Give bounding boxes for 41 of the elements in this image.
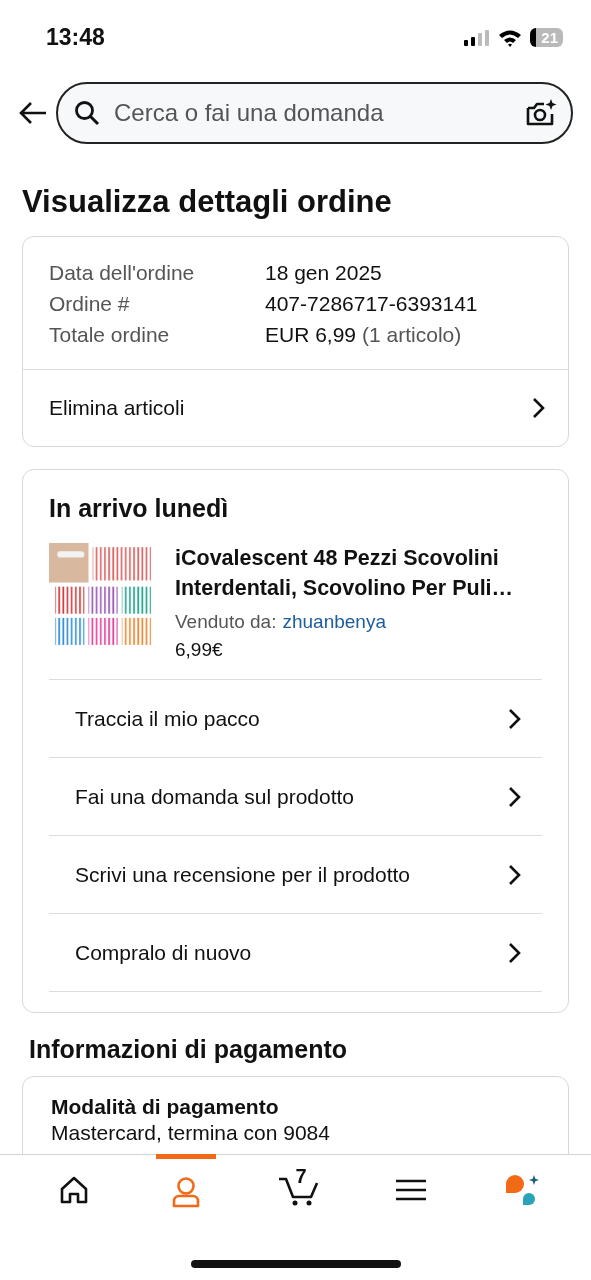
payment-method-text: Mastercard, termina con 9084 — [51, 1121, 331, 1145]
signal-icon — [464, 29, 491, 46]
delivery-heading: In arrivo lunedì — [49, 494, 230, 523]
chevron-right-icon — [508, 707, 522, 730]
camera-icon[interactable] — [525, 98, 557, 128]
person-icon — [171, 1176, 202, 1208]
product-price: 6,99€ — [175, 639, 224, 661]
search-field[interactable]: Cerca o fai una domanda — [112, 98, 513, 128]
chat-bubbles-icon — [505, 1174, 541, 1206]
seller-label: Venduto da: — [175, 611, 277, 633]
menu-icon — [395, 1179, 426, 1201]
item-count: (1 articolo) — [362, 323, 462, 347]
seller-link[interactable]: zhuanbenya — [282, 611, 386, 633]
back-arrow-icon[interactable] — [18, 101, 48, 125]
product-title[interactable]: iCovalescent 48 Pezzi Scovolini Interdentali, Scovolino Per Puli… — [175, 543, 514, 603]
payment-method-title: Modalità di pagamento — [51, 1095, 280, 1119]
chevron-right-icon — [532, 397, 546, 419]
field-value: 18 gen 2025 — [265, 261, 382, 285]
chevron-right-icon — [508, 863, 522, 886]
chevron-right-icon — [508, 785, 522, 808]
wifi-icon — [498, 28, 523, 47]
cart-count: 7 — [295, 1165, 307, 1188]
action-row[interactable]: Scrivi una recensione per il prodotto — [49, 835, 542, 913]
action-row[interactable]: Compralo di nuovo — [49, 913, 542, 992]
field-value: EUR 6,99 — [265, 323, 357, 347]
status-time: 13:48 — [46, 24, 105, 51]
field-value: 407-7286717-6393141 — [265, 292, 478, 316]
action-row[interactable]: Traccia il mio pacco — [49, 679, 542, 757]
search-icon — [74, 100, 100, 126]
home-icon — [59, 1175, 89, 1205]
search-bar[interactable]: Cerca o fai una domanda — [56, 82, 573, 144]
action-row[interactable]: Fai una domanda sul prodotto — [49, 757, 542, 835]
field-label: Data dell'ordine — [49, 261, 196, 285]
field-label: Totale ordine — [49, 323, 171, 347]
section-heading: Informazioni di pagamento — [29, 1035, 349, 1064]
battery-indicator: 21 — [530, 28, 563, 47]
nav-tab[interactable]: 7 — [268, 1155, 329, 1225]
field-label: Ordine # — [49, 292, 131, 316]
chevron-right-icon — [508, 941, 522, 964]
delete-items-row[interactable]: Elimina articoli — [23, 369, 568, 446]
page-title: Visualizza dettagli ordine — [22, 184, 393, 220]
